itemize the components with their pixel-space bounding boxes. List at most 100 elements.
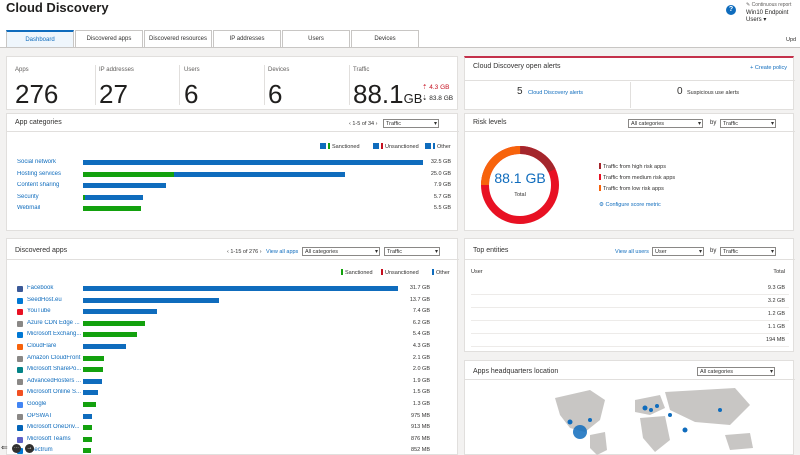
- app-label[interactable]: AdvancedHosters ...: [27, 378, 83, 384]
- forward-arrow-icon[interactable]: →: [25, 444, 34, 453]
- category-bar[interactable]: [83, 183, 423, 188]
- app-bar[interactable]: [83, 355, 398, 361]
- app-label[interactable]: OPSWAT: [27, 413, 83, 419]
- entity-total[interactable]: 194 MB: [766, 337, 785, 343]
- divider: [95, 65, 96, 105]
- risk-metric-select[interactable]: Traffic: [720, 119, 776, 128]
- app-label[interactable]: Azure CDN Edge ...: [27, 320, 83, 326]
- location-marker[interactable]: [573, 425, 587, 439]
- checkbox-icon: [320, 143, 326, 149]
- entities-metric-select[interactable]: Traffic: [720, 247, 776, 256]
- app-bar[interactable]: [83, 436, 398, 442]
- app-label[interactable]: Microsoft Online S...: [27, 389, 83, 395]
- stat-users-value[interactable]: 6: [184, 79, 198, 110]
- stat-traffic-value[interactable]: 88.1GB: [353, 79, 422, 110]
- tab-discovered-apps[interactable]: Discovered apps: [75, 30, 143, 47]
- configure-score-link[interactable]: ⚙ Configure score metric: [599, 202, 661, 208]
- entity-total[interactable]: 9.3 GB: [768, 285, 785, 291]
- app-bar[interactable]: [83, 344, 398, 349]
- category-bar[interactable]: [83, 160, 423, 165]
- location-marker[interactable]: [668, 413, 672, 417]
- risk-category-select[interactable]: All categories: [628, 119, 703, 128]
- location-marker[interactable]: [682, 427, 688, 433]
- legend-other[interactable]: Other: [425, 143, 451, 150]
- stat-ips-value[interactable]: 27: [99, 79, 128, 110]
- bar-segment-sanctioned: [83, 436, 92, 442]
- legend-sanctioned[interactable]: Sanctioned: [320, 143, 360, 150]
- categories-metric-select[interactable]: Traffic: [383, 119, 439, 128]
- risk-levels-panel: Risk levels All categories by Traffic 88…: [464, 113, 795, 231]
- apps-pager[interactable]: ‹ 1-15 of 276 ›: [227, 249, 262, 255]
- app-bar[interactable]: [83, 332, 398, 338]
- location-marker[interactable]: [718, 408, 722, 412]
- app-bar[interactable]: [83, 309, 398, 315]
- entity-total[interactable]: 1.1 GB: [768, 324, 785, 330]
- checkbox-icon: [425, 143, 431, 149]
- app-bar[interactable]: [83, 297, 398, 303]
- app-bar[interactable]: [83, 378, 398, 384]
- help-icon[interactable]: ?: [726, 5, 736, 15]
- hq-category-select[interactable]: All categories: [697, 367, 775, 376]
- category-label[interactable]: Webmail: [17, 205, 81, 211]
- categories-pager[interactable]: ‹ 1-5 of 34 ›: [349, 121, 377, 127]
- tab-ip-addresses[interactable]: IP addresses: [213, 30, 281, 47]
- apps-metric-select[interactable]: Traffic: [384, 247, 440, 256]
- app-label[interactable]: Microsoft SharePo...: [27, 366, 83, 372]
- app-label[interactable]: Microsoft Teams: [27, 436, 83, 442]
- sus-alerts-label[interactable]: Suspicious use alerts: [687, 90, 739, 96]
- app-bar[interactable]: [83, 286, 398, 291]
- location-marker[interactable]: [649, 408, 653, 412]
- app-label[interactable]: CloudFlare: [27, 343, 83, 349]
- update-button[interactable]: Upd: [786, 37, 796, 43]
- app-label[interactable]: SeedHost.eu: [27, 297, 83, 303]
- category-label[interactable]: Security: [17, 194, 81, 200]
- app-bar[interactable]: [83, 425, 398, 431]
- app-label[interactable]: YouTube: [27, 308, 83, 314]
- app-bar[interactable]: [83, 448, 398, 454]
- cd-alerts-link[interactable]: Cloud Discovery alerts: [528, 90, 583, 96]
- tab-discovered-resources[interactable]: Discovered resources: [144, 30, 212, 47]
- create-policy-link[interactable]: + Create policy: [750, 65, 787, 71]
- app-label[interactable]: Google: [27, 401, 83, 407]
- view-all-apps-link[interactable]: View all apps: [266, 249, 298, 255]
- app-label[interactable]: Microsoft OneDriv...: [27, 424, 83, 430]
- app-bar[interactable]: [83, 320, 398, 326]
- app-label[interactable]: Facebook: [27, 285, 83, 291]
- category-bar[interactable]: [83, 206, 423, 211]
- divider: [630, 82, 631, 108]
- tab-devices[interactable]: Devices: [351, 30, 419, 47]
- category-label[interactable]: Hosting services: [17, 171, 81, 177]
- world-map[interactable]: [535, 380, 785, 455]
- location-marker[interactable]: [588, 418, 592, 422]
- tab-users[interactable]: Users: [282, 30, 350, 47]
- app-bar[interactable]: [83, 413, 398, 419]
- collapse-icon[interactable]: ⇐: [1, 443, 8, 452]
- stat-devices-value[interactable]: 6: [268, 79, 282, 110]
- bar-segment-sanctioned: [83, 367, 103, 373]
- app-bar[interactable]: [83, 402, 398, 407]
- entity-total[interactable]: 3.2 GB: [768, 298, 785, 304]
- divider: [7, 131, 459, 132]
- entity-type-select[interactable]: User: [652, 247, 704, 256]
- location-marker[interactable]: [567, 419, 573, 425]
- app-bar[interactable]: [83, 390, 398, 396]
- col-user-header: User: [471, 269, 483, 275]
- category-bar[interactable]: [83, 194, 423, 200]
- location-marker[interactable]: [655, 404, 659, 408]
- category-label[interactable]: Social network: [17, 159, 81, 165]
- report-selector[interactable]: Win10 Endpoint Users ▾: [746, 10, 800, 23]
- upload-arrow-icon: ⇡: [422, 84, 428, 91]
- toolbar-icon[interactable]: ⋯: [12, 444, 21, 453]
- view-all-users-link[interactable]: View all users: [615, 249, 649, 255]
- category-bar[interactable]: [83, 171, 423, 177]
- category-label[interactable]: Content sharing: [17, 182, 81, 188]
- location-marker[interactable]: [642, 405, 648, 411]
- app-label[interactable]: Microsoft Exchang...: [27, 331, 83, 337]
- app-bar[interactable]: [83, 367, 398, 373]
- app-label[interactable]: Amazon CloudFront: [27, 355, 83, 361]
- legend-unsanctioned[interactable]: Unsanctioned: [373, 143, 419, 150]
- apps-category-select[interactable]: All categories: [302, 247, 380, 256]
- entity-total[interactable]: 1.2 GB: [768, 311, 785, 317]
- tab-dashboard[interactable]: Dashboard: [6, 30, 74, 47]
- stat-apps-value[interactable]: 276: [15, 79, 58, 110]
